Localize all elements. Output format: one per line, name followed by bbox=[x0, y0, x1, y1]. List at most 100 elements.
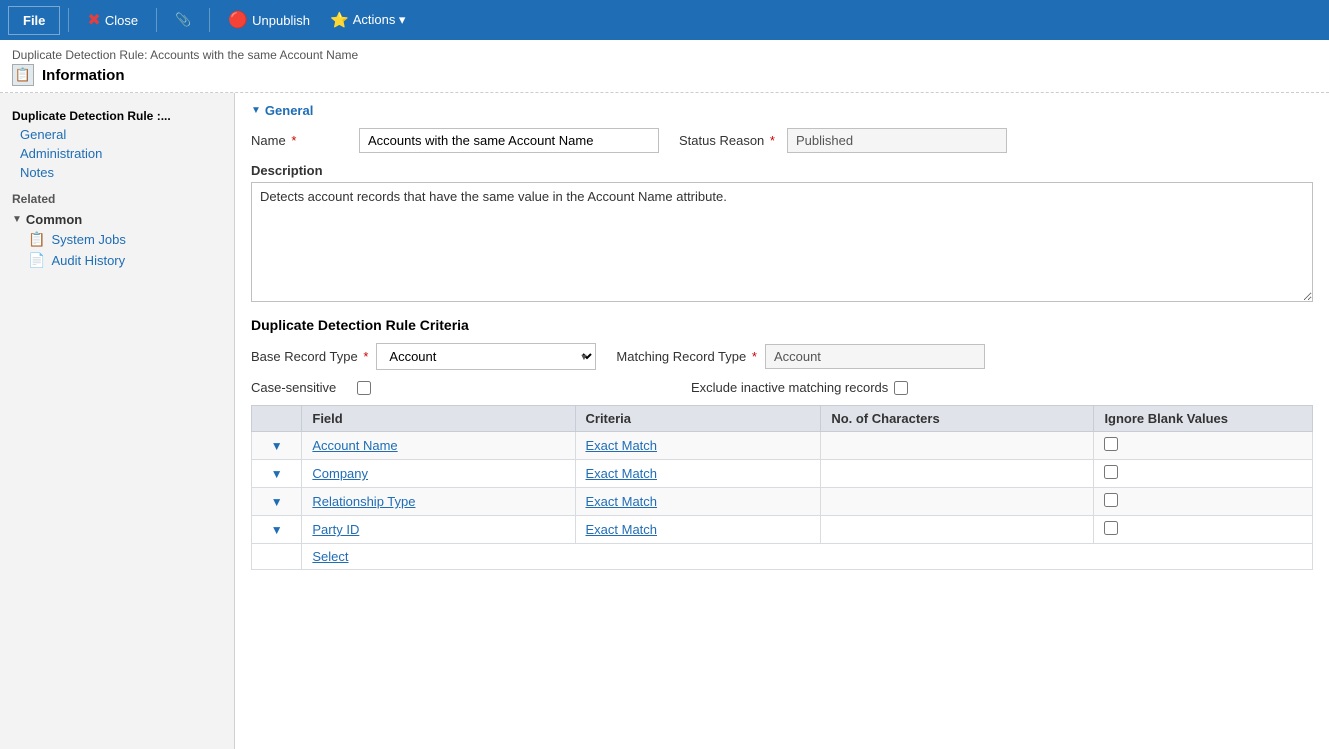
base-record-type-select[interactable]: Account bbox=[376, 343, 596, 370]
row1-expand-button[interactable]: ▼ bbox=[269, 439, 285, 453]
row3-ignore-cell bbox=[1094, 488, 1313, 516]
row1-ignore-checkbox[interactable] bbox=[1104, 437, 1118, 451]
row3-ignore-checkbox[interactable] bbox=[1104, 493, 1118, 507]
close-label: Close bbox=[105, 13, 138, 28]
th-expand bbox=[252, 406, 302, 432]
exclude-inactive-field: Exclude inactive matching records bbox=[691, 380, 908, 395]
th-criteria: Criteria bbox=[575, 406, 821, 432]
description-label: Description bbox=[251, 163, 1313, 178]
table-row: ▼ Party ID Exact Match bbox=[252, 516, 1313, 544]
row4-field-cell: Party ID bbox=[302, 516, 575, 544]
row4-ignore-cell bbox=[1094, 516, 1313, 544]
row4-criteria-link[interactable]: Exact Match bbox=[586, 522, 658, 537]
row2-ignore-checkbox[interactable] bbox=[1104, 465, 1118, 479]
name-status-row: Name * Status Reason * Published bbox=[251, 128, 1313, 153]
base-record-type-wrapper[interactable]: Account bbox=[376, 343, 596, 370]
row2-chars-cell bbox=[821, 460, 1094, 488]
sidebar: Duplicate Detection Rule :... General Ad… bbox=[0, 93, 235, 749]
row1-criteria-link[interactable]: Exact Match bbox=[586, 438, 658, 453]
row3-field-link[interactable]: Relationship Type bbox=[312, 494, 415, 509]
case-sensitive-checkbox[interactable] bbox=[357, 381, 371, 395]
common-group-title: ▼ Common bbox=[0, 210, 234, 229]
row3-criteria-link[interactable]: Exact Match bbox=[586, 494, 658, 509]
actions-label: Actions ▾ bbox=[353, 12, 406, 28]
close-button[interactable]: ✖ Close bbox=[77, 6, 148, 34]
base-record-type-group: Base Record Type * Account bbox=[251, 343, 596, 370]
row1-expand-cell: ▼ bbox=[252, 432, 302, 460]
row4-expand-cell: ▼ bbox=[252, 516, 302, 544]
row2-field-link[interactable]: Company bbox=[312, 466, 368, 481]
sidebar-item-general[interactable]: General bbox=[0, 125, 234, 144]
audit-history-label: Audit History bbox=[51, 253, 125, 268]
common-group-label: Common bbox=[26, 212, 82, 227]
unpublish-label: Unpublish bbox=[252, 13, 310, 28]
matching-record-type-label: Matching Record Type * bbox=[616, 349, 757, 364]
name-input[interactable] bbox=[359, 128, 659, 153]
row2-expand-button[interactable]: ▼ bbox=[269, 467, 285, 481]
row1-chars-cell bbox=[821, 432, 1094, 460]
th-ignore: Ignore Blank Values bbox=[1094, 406, 1313, 432]
row4-expand-button[interactable]: ▼ bbox=[269, 523, 285, 537]
case-sensitive-field: Case-sensitive bbox=[251, 380, 371, 395]
audit-history-icon: 📄 bbox=[28, 252, 45, 269]
sidebar-item-notes[interactable]: Notes bbox=[0, 163, 234, 182]
row1-field-link[interactable]: Account Name bbox=[312, 438, 397, 453]
system-jobs-label: System Jobs bbox=[51, 232, 125, 247]
criteria-table-header-row: Field Criteria No. of Characters Ignore … bbox=[252, 406, 1313, 432]
row2-field-cell: Company bbox=[302, 460, 575, 488]
close-icon: ✖ bbox=[87, 10, 100, 30]
header-area: Duplicate Detection Rule: Accounts with … bbox=[0, 40, 1329, 93]
page-title: Information bbox=[42, 67, 125, 84]
toolbar-divider-1 bbox=[68, 8, 69, 32]
name-field-group: Name * bbox=[251, 128, 659, 153]
base-record-required-star: * bbox=[363, 349, 368, 364]
sidebar-item-audit-history[interactable]: 📄 Audit History bbox=[0, 250, 234, 271]
description-textarea[interactable]: Detects account records that have the sa… bbox=[251, 182, 1313, 302]
related-label: Related bbox=[0, 182, 234, 210]
toolbar-divider-2 bbox=[156, 8, 157, 32]
common-collapse-arrow: ▼ bbox=[12, 214, 22, 225]
row2-ignore-cell bbox=[1094, 460, 1313, 488]
row3-field-cell: Relationship Type bbox=[302, 488, 575, 516]
main-layout: Duplicate Detection Rule :... General Ad… bbox=[0, 93, 1329, 749]
row3-criteria-cell: Exact Match bbox=[575, 488, 821, 516]
row4-ignore-checkbox[interactable] bbox=[1104, 521, 1118, 535]
row4-field-link[interactable]: Party ID bbox=[312, 522, 359, 537]
status-reason-value: Published bbox=[787, 128, 1007, 153]
name-label: Name * bbox=[251, 133, 351, 148]
matching-record-type-value: Account bbox=[765, 344, 985, 369]
actions-button[interactable]: ⭐ Actions ▾ bbox=[320, 7, 415, 33]
toolbar: File ✖ Close 📎 🔴 Unpublish ⭐ Actions ▾ bbox=[0, 0, 1329, 40]
select-link-cell: Select bbox=[302, 544, 1313, 570]
row3-expand-cell: ▼ bbox=[252, 488, 302, 516]
sidebar-section-title: Duplicate Detection Rule :... bbox=[0, 103, 234, 125]
table-row: ▼ Company Exact Match bbox=[252, 460, 1313, 488]
base-record-type-label: Base Record Type * bbox=[251, 349, 368, 364]
file-button[interactable]: File bbox=[8, 6, 60, 35]
row4-criteria-cell: Exact Match bbox=[575, 516, 821, 544]
sidebar-item-administration[interactable]: Administration bbox=[0, 144, 234, 163]
criteria-table-body: ▼ Account Name Exact Match ▼ bbox=[252, 432, 1313, 570]
sidebar-item-system-jobs[interactable]: 📋 System Jobs bbox=[0, 229, 234, 250]
row2-expand-cell: ▼ bbox=[252, 460, 302, 488]
row2-criteria-link[interactable]: Exact Match bbox=[586, 466, 658, 481]
row1-criteria-cell: Exact Match bbox=[575, 432, 821, 460]
row2-criteria-cell: Exact Match bbox=[575, 460, 821, 488]
page-icon: 📋 bbox=[12, 64, 34, 86]
unpublish-button[interactable]: 🔴 Unpublish bbox=[218, 6, 320, 34]
row1-ignore-cell bbox=[1094, 432, 1313, 460]
unpublish-icon: 🔴 bbox=[228, 10, 248, 30]
attachment-button[interactable]: 📎 bbox=[165, 8, 201, 32]
th-chars: No. of Characters bbox=[821, 406, 1094, 432]
row3-expand-button[interactable]: ▼ bbox=[269, 495, 285, 509]
content-area: ▼ General Name * Status Reason * Publish… bbox=[235, 93, 1329, 749]
select-link[interactable]: Select bbox=[312, 549, 348, 564]
exclude-inactive-label: Exclude inactive matching records bbox=[691, 380, 888, 395]
general-section-header: ▼ General bbox=[251, 103, 1313, 118]
table-row: ▼ Account Name Exact Match bbox=[252, 432, 1313, 460]
row3-chars-cell bbox=[821, 488, 1094, 516]
exclude-inactive-checkbox[interactable] bbox=[894, 381, 908, 395]
name-required-star: * bbox=[291, 133, 296, 148]
matching-record-type-group: Matching Record Type * Account bbox=[616, 344, 985, 369]
toolbar-divider-3 bbox=[209, 8, 210, 32]
